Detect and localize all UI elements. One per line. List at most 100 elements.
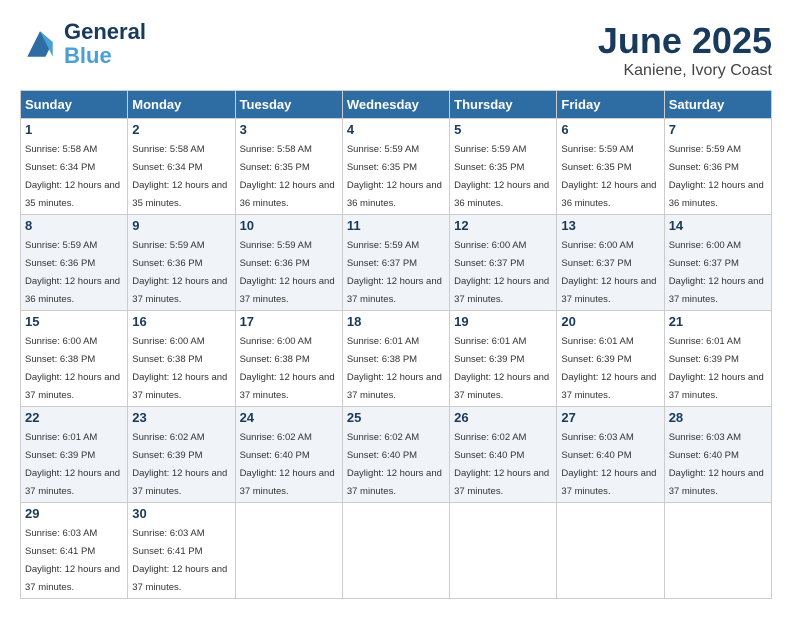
- location-title: Kaniene, Ivory Coast: [598, 62, 772, 80]
- calendar-cell: [342, 503, 449, 599]
- calendar-cell: 19 Sunrise: 6:01 AMSunset: 6:39 PMDaylig…: [450, 311, 557, 407]
- day-info: Sunrise: 5:59 AMSunset: 6:37 PMDaylight:…: [347, 240, 442, 305]
- day-number: 8: [25, 218, 123, 233]
- day-info: Sunrise: 5:59 AMSunset: 6:36 PMDaylight:…: [669, 144, 764, 209]
- day-number: 6: [561, 122, 659, 137]
- day-info: Sunrise: 6:00 AMSunset: 6:38 PMDaylight:…: [240, 336, 335, 401]
- calendar-cell: 16 Sunrise: 6:00 AMSunset: 6:38 PMDaylig…: [128, 311, 235, 407]
- day-number: 11: [347, 218, 445, 233]
- day-info: Sunrise: 6:01 AMSunset: 6:39 PMDaylight:…: [561, 336, 656, 401]
- weekday-header: Monday: [128, 91, 235, 119]
- calendar-week-row: 22 Sunrise: 6:01 AMSunset: 6:39 PMDaylig…: [21, 407, 772, 503]
- header: General Blue June 2025 Kaniene, Ivory Co…: [20, 20, 772, 80]
- day-number: 7: [669, 122, 767, 137]
- day-info: Sunrise: 6:00 AMSunset: 6:37 PMDaylight:…: [669, 240, 764, 305]
- day-number: 13: [561, 218, 659, 233]
- day-number: 25: [347, 410, 445, 425]
- day-info: Sunrise: 5:59 AMSunset: 6:35 PMDaylight:…: [561, 144, 656, 209]
- day-number: 21: [669, 314, 767, 329]
- calendar-cell: 24 Sunrise: 6:02 AMSunset: 6:40 PMDaylig…: [235, 407, 342, 503]
- calendar-cell: [235, 503, 342, 599]
- calendar-cell: 5 Sunrise: 5:59 AMSunset: 6:35 PMDayligh…: [450, 119, 557, 215]
- calendar-week-row: 1 Sunrise: 5:58 AMSunset: 6:34 PMDayligh…: [21, 119, 772, 215]
- day-info: Sunrise: 6:02 AMSunset: 6:40 PMDaylight:…: [240, 432, 335, 497]
- day-info: Sunrise: 6:00 AMSunset: 6:38 PMDaylight:…: [132, 336, 227, 401]
- calendar-cell: 13 Sunrise: 6:00 AMSunset: 6:37 PMDaylig…: [557, 215, 664, 311]
- day-info: Sunrise: 5:58 AMSunset: 6:34 PMDaylight:…: [132, 144, 227, 209]
- calendar-cell: 12 Sunrise: 6:00 AMSunset: 6:37 PMDaylig…: [450, 215, 557, 311]
- day-number: 1: [25, 122, 123, 137]
- calendar-cell: 17 Sunrise: 6:00 AMSunset: 6:38 PMDaylig…: [235, 311, 342, 407]
- logo-line2: Blue: [64, 44, 146, 68]
- weekday-header: Tuesday: [235, 91, 342, 119]
- calendar-cell: 28 Sunrise: 6:03 AMSunset: 6:40 PMDaylig…: [664, 407, 771, 503]
- calendar-cell: 22 Sunrise: 6:01 AMSunset: 6:39 PMDaylig…: [21, 407, 128, 503]
- calendar-week-row: 8 Sunrise: 5:59 AMSunset: 6:36 PMDayligh…: [21, 215, 772, 311]
- day-info: Sunrise: 6:01 AMSunset: 6:38 PMDaylight:…: [347, 336, 442, 401]
- calendar-cell: 4 Sunrise: 5:59 AMSunset: 6:35 PMDayligh…: [342, 119, 449, 215]
- day-number: 19: [454, 314, 552, 329]
- calendar-cell: 9 Sunrise: 5:59 AMSunset: 6:36 PMDayligh…: [128, 215, 235, 311]
- calendar-cell: [664, 503, 771, 599]
- day-number: 17: [240, 314, 338, 329]
- day-number: 23: [132, 410, 230, 425]
- day-info: Sunrise: 6:03 AMSunset: 6:41 PMDaylight:…: [25, 528, 120, 593]
- calendar-cell: 6 Sunrise: 5:59 AMSunset: 6:35 PMDayligh…: [557, 119, 664, 215]
- day-info: Sunrise: 6:02 AMSunset: 6:40 PMDaylight:…: [454, 432, 549, 497]
- calendar-cell: 29 Sunrise: 6:03 AMSunset: 6:41 PMDaylig…: [21, 503, 128, 599]
- logo: General Blue: [20, 20, 146, 68]
- month-title: June 2025: [598, 20, 772, 62]
- calendar-week-row: 15 Sunrise: 6:00 AMSunset: 6:38 PMDaylig…: [21, 311, 772, 407]
- day-number: 5: [454, 122, 552, 137]
- day-info: Sunrise: 6:03 AMSunset: 6:40 PMDaylight:…: [561, 432, 656, 497]
- day-info: Sunrise: 6:02 AMSunset: 6:40 PMDaylight:…: [347, 432, 442, 497]
- calendar-cell: 8 Sunrise: 5:59 AMSunset: 6:36 PMDayligh…: [21, 215, 128, 311]
- day-info: Sunrise: 6:01 AMSunset: 6:39 PMDaylight:…: [669, 336, 764, 401]
- day-number: 3: [240, 122, 338, 137]
- day-info: Sunrise: 6:01 AMSunset: 6:39 PMDaylight:…: [25, 432, 120, 497]
- day-info: Sunrise: 6:00 AMSunset: 6:37 PMDaylight:…: [561, 240, 656, 305]
- calendar-cell: 11 Sunrise: 5:59 AMSunset: 6:37 PMDaylig…: [342, 215, 449, 311]
- calendar-cell: 1 Sunrise: 5:58 AMSunset: 6:34 PMDayligh…: [21, 119, 128, 215]
- weekday-header: Sunday: [21, 91, 128, 119]
- day-number: 15: [25, 314, 123, 329]
- day-info: Sunrise: 6:03 AMSunset: 6:40 PMDaylight:…: [669, 432, 764, 497]
- calendar-cell: 25 Sunrise: 6:02 AMSunset: 6:40 PMDaylig…: [342, 407, 449, 503]
- calendar-cell: 18 Sunrise: 6:01 AMSunset: 6:38 PMDaylig…: [342, 311, 449, 407]
- day-number: 12: [454, 218, 552, 233]
- day-info: Sunrise: 5:58 AMSunset: 6:34 PMDaylight:…: [25, 144, 120, 209]
- calendar-cell: 10 Sunrise: 5:59 AMSunset: 6:36 PMDaylig…: [235, 215, 342, 311]
- day-number: 20: [561, 314, 659, 329]
- day-info: Sunrise: 5:59 AMSunset: 6:36 PMDaylight:…: [25, 240, 120, 305]
- calendar-cell: 7 Sunrise: 5:59 AMSunset: 6:36 PMDayligh…: [664, 119, 771, 215]
- day-number: 22: [25, 410, 123, 425]
- day-number: 29: [25, 506, 123, 521]
- calendar-cell: [557, 503, 664, 599]
- calendar-week-row: 29 Sunrise: 6:03 AMSunset: 6:41 PMDaylig…: [21, 503, 772, 599]
- calendar-cell: 26 Sunrise: 6:02 AMSunset: 6:40 PMDaylig…: [450, 407, 557, 503]
- weekday-header-row: SundayMondayTuesdayWednesdayThursdayFrid…: [21, 91, 772, 119]
- calendar-cell: [450, 503, 557, 599]
- calendar-cell: 14 Sunrise: 6:00 AMSunset: 6:37 PMDaylig…: [664, 215, 771, 311]
- day-number: 28: [669, 410, 767, 425]
- calendar-cell: 20 Sunrise: 6:01 AMSunset: 6:39 PMDaylig…: [557, 311, 664, 407]
- day-number: 14: [669, 218, 767, 233]
- calendar-cell: 2 Sunrise: 5:58 AMSunset: 6:34 PMDayligh…: [128, 119, 235, 215]
- day-info: Sunrise: 6:00 AMSunset: 6:38 PMDaylight:…: [25, 336, 120, 401]
- calendar-cell: 15 Sunrise: 6:00 AMSunset: 6:38 PMDaylig…: [21, 311, 128, 407]
- day-number: 9: [132, 218, 230, 233]
- weekday-header: Wednesday: [342, 91, 449, 119]
- calendar-cell: 23 Sunrise: 6:02 AMSunset: 6:39 PMDaylig…: [128, 407, 235, 503]
- calendar-cell: 27 Sunrise: 6:03 AMSunset: 6:40 PMDaylig…: [557, 407, 664, 503]
- calendar-cell: 21 Sunrise: 6:01 AMSunset: 6:39 PMDaylig…: [664, 311, 771, 407]
- day-info: Sunrise: 5:58 AMSunset: 6:35 PMDaylight:…: [240, 144, 335, 209]
- day-number: 16: [132, 314, 230, 329]
- day-info: Sunrise: 6:00 AMSunset: 6:37 PMDaylight:…: [454, 240, 549, 305]
- day-number: 4: [347, 122, 445, 137]
- calendar-cell: 30 Sunrise: 6:03 AMSunset: 6:41 PMDaylig…: [128, 503, 235, 599]
- weekday-header: Thursday: [450, 91, 557, 119]
- day-number: 27: [561, 410, 659, 425]
- day-info: Sunrise: 5:59 AMSunset: 6:36 PMDaylight:…: [132, 240, 227, 305]
- day-number: 18: [347, 314, 445, 329]
- day-number: 26: [454, 410, 552, 425]
